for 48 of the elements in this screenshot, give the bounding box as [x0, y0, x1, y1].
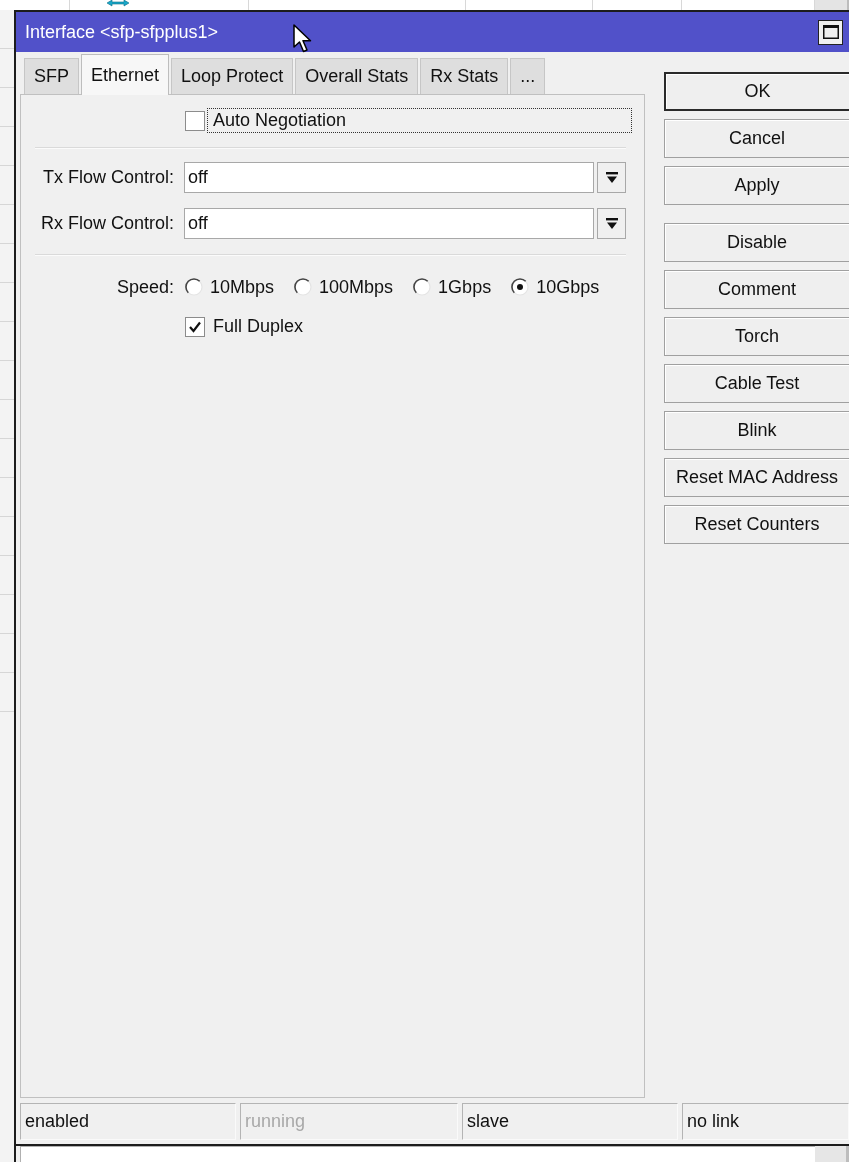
tab[interactable]: Rx Stats — [420, 58, 509, 94]
tab[interactable]: Overall Stats — [295, 58, 419, 94]
dropdown-arrow-icon — [605, 217, 618, 230]
scrollbar[interactable] — [815, 1146, 849, 1162]
dialog-button[interactable]: Cancel — [664, 119, 849, 158]
checkbox-label[interactable]: Auto Negotiation — [207, 108, 632, 133]
maximize-icon — [822, 25, 839, 39]
select-field[interactable]: off — [184, 162, 594, 193]
tab[interactable]: ... — [510, 58, 546, 94]
status-field: slave — [462, 1103, 678, 1140]
dialog-button[interactable]: Apply — [664, 166, 849, 205]
tab[interactable]: Loop Protect — [171, 58, 294, 94]
field-label: Tx Flow Control: — [41, 167, 174, 188]
dialog-button[interactable]: Torch — [664, 317, 849, 356]
select-field[interactable]: off — [184, 208, 594, 239]
dialog-button[interactable]: Blink — [664, 411, 849, 450]
checkbox-label[interactable]: Full Duplex — [207, 314, 310, 339]
mouse-pointer-icon — [293, 24, 313, 54]
radio-label[interactable]: 10Gbps — [536, 276, 600, 298]
dialog-button[interactable]: Reset MAC Address — [664, 458, 849, 497]
radio-label[interactable]: 10Mbps — [210, 276, 275, 298]
dropdown-button[interactable] — [597, 162, 626, 193]
status-field: enabled — [20, 1103, 236, 1140]
radio-label[interactable]: 1Gbps — [438, 276, 492, 298]
radio-button[interactable] — [184, 277, 204, 297]
scrollbar[interactable] — [815, 0, 849, 10]
dialog-button[interactable]: OK — [664, 72, 849, 111]
window-title: Interface <sfp-sfpplus1> — [25, 21, 219, 43]
dropdown-button[interactable] — [597, 208, 626, 239]
radio-button[interactable] — [412, 277, 433, 297]
dialog-button[interactable]: Comment — [664, 270, 849, 309]
dialog-button[interactable]: Reset Counters — [664, 505, 849, 544]
radio-button[interactable] — [293, 277, 314, 297]
radio-button[interactable] — [510, 277, 531, 297]
double-arrow-icon — [106, 0, 130, 10]
status-field: running — [240, 1103, 458, 1140]
status-field: no link — [682, 1103, 849, 1140]
tab[interactable]: SFP — [24, 58, 79, 94]
dialog-button[interactable]: Disable — [664, 223, 849, 262]
field-label: Speed: — [115, 276, 174, 298]
dropdown-arrow-icon — [605, 171, 618, 184]
tab[interactable]: Ethernet — [81, 54, 170, 95]
dialog-button[interactable]: Cable Test — [664, 364, 849, 403]
field-label: Rx Flow Control: — [39, 213, 174, 234]
radio-label[interactable]: 100Mbps — [319, 276, 394, 298]
checkbox[interactable] — [185, 110, 205, 131]
checkbox[interactable] — [185, 316, 205, 337]
maximize-button[interactable] — [818, 19, 843, 45]
